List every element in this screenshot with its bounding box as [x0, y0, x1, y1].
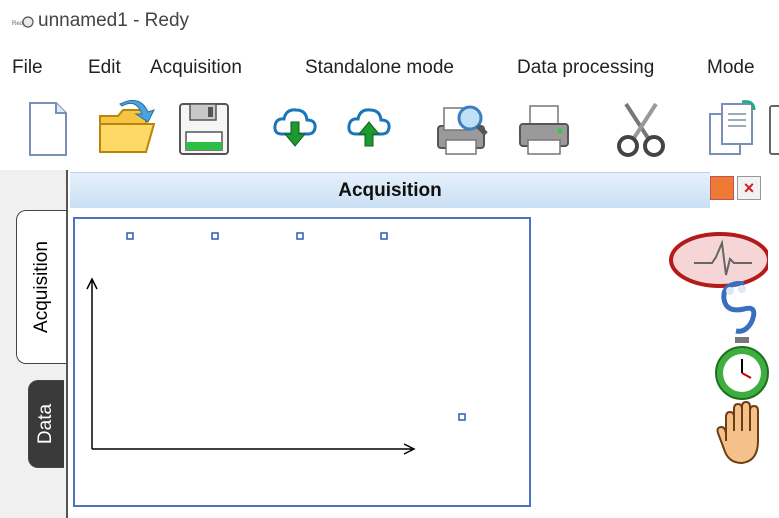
menu-edit[interactable]: Edit — [88, 57, 121, 79]
print-preview-button[interactable] — [432, 100, 492, 158]
open-folder-icon — [99, 99, 156, 153]
vertical-tab-strip: Acquisition Data — [0, 170, 68, 518]
print-button[interactable] — [514, 100, 574, 158]
panel-header: Acquisition — [70, 172, 710, 208]
menu-file[interactable]: File — [12, 57, 43, 79]
menu-standalone-mode[interactable]: Standalone mode — [305, 57, 454, 79]
selection-handle[interactable] — [458, 413, 466, 421]
save-icon — [179, 103, 229, 155]
print-preview-icon — [437, 105, 488, 155]
window-title: unnamed1 - Redy — [38, 10, 190, 31]
scissors-icon — [617, 102, 665, 157]
workspace: Acquisition Data Acquisition × — [0, 170, 779, 518]
tab-data-label: Data — [35, 403, 57, 445]
printer-icon — [519, 105, 569, 155]
selection-handle[interactable] — [380, 232, 388, 240]
title-bar: Redy unnamed1 - Redy — [0, 0, 779, 50]
save-button[interactable] — [176, 100, 232, 158]
tab-acquisition[interactable]: Acquisition — [16, 210, 66, 364]
toolbar — [0, 90, 779, 165]
tab-data[interactable]: Data — [28, 380, 64, 468]
app-icon: Redy — [12, 16, 34, 28]
tab-acquisition-label: Acquisition — [30, 241, 52, 333]
panel-title: Acquisition — [338, 180, 442, 201]
menu-acquisition[interactable]: Acquisition — [150, 57, 242, 79]
menu-bar: File Edit Acquisition Standalone mode Da… — [0, 50, 779, 90]
selection-handle[interactable] — [211, 232, 219, 240]
download-cloud-icon — [273, 108, 317, 147]
hand-icon — [716, 401, 759, 465]
copy-icon — [709, 100, 756, 155]
close-icon: × — [743, 178, 755, 198]
menu-mode[interactable]: Mode — [707, 57, 755, 79]
open-button[interactable] — [96, 99, 160, 158]
acquisition-canvas[interactable] — [73, 217, 531, 507]
upload-button[interactable] — [346, 100, 392, 158]
tool-palette — [668, 225, 779, 485]
selection-handle[interactable] — [126, 232, 134, 240]
paste-icon — [769, 105, 779, 155]
panel-minimize-button[interactable] — [710, 176, 734, 200]
stop-tool[interactable] — [714, 401, 772, 467]
menu-data-processing[interactable]: Data processing — [517, 57, 654, 79]
download-button[interactable] — [272, 100, 318, 158]
paste-button[interactable] — [768, 100, 779, 158]
selection-handle[interactable] — [296, 232, 304, 240]
new-file-icon — [29, 102, 67, 156]
copy-button[interactable] — [706, 100, 762, 158]
new-file-button[interactable] — [26, 100, 70, 158]
upload-cloud-icon — [347, 108, 391, 147]
timer-tool[interactable] — [708, 335, 778, 401]
loop-tool[interactable] — [714, 281, 774, 337]
panel-close-button[interactable]: × — [737, 176, 761, 200]
canvas-drawing — [86, 232, 466, 455]
cut-button[interactable] — [610, 100, 672, 158]
